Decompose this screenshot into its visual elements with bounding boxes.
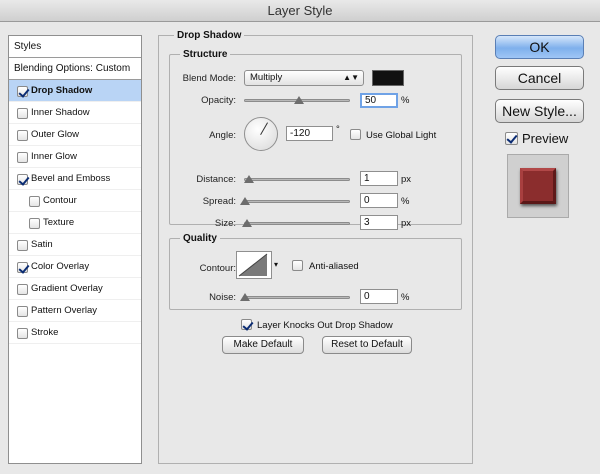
style-item-label: Texture [43,217,75,228]
quality-title: Quality [180,233,220,244]
style-item-checkbox[interactable] [17,174,28,185]
noise-slider-thumb[interactable] [240,293,250,301]
opacity-slider-thumb[interactable] [294,96,304,104]
style-item-checkbox[interactable] [17,306,28,317]
style-item-checkbox[interactable] [17,240,28,251]
noise-slider[interactable] [244,296,350,299]
structure-title: Structure [180,49,231,60]
style-item-label: Color Overlay [31,261,90,272]
style-item-checkbox[interactable] [17,86,28,97]
style-preview-thumbnail [507,154,569,218]
make-default-button[interactable]: Make Default [222,336,304,354]
blend-mode-select[interactable]: Multiply ▲▼ [244,70,364,86]
style-item-stroke[interactable]: Stroke [9,322,141,344]
style-item-checkbox[interactable] [17,130,28,141]
noise-input[interactable]: 0 [360,289,398,304]
style-item-label: Satin [31,239,53,250]
style-item-label: Stroke [31,327,59,338]
reset-to-default-button[interactable]: Reset to Default [322,336,412,354]
style-item-label: Outer Glow [31,129,80,140]
distance-slider-thumb[interactable] [244,175,254,183]
blending-options-item[interactable]: Blending Options: Custom [9,58,141,80]
style-item-color-overlay[interactable]: Color Overlay [9,256,141,278]
anti-aliased-label: Anti-aliased [309,261,359,272]
anti-aliased-checkbox[interactable] [292,260,303,271]
style-item-label: Inner Glow [31,151,77,162]
distance-slider[interactable] [244,178,350,181]
style-item-bevel-and-emboss[interactable]: Bevel and Emboss [9,168,141,190]
contour-label: Contour: [199,263,236,274]
style-item-label: Inner Shadow [31,107,90,118]
updown-arrow-icon: ▲▼ [343,73,359,82]
spread-unit: % [401,196,410,207]
styles-list: Styles Blending Options: Custom Drop Sha… [8,35,142,464]
style-item-outer-glow[interactable]: Outer Glow [9,124,141,146]
angle-unit: ° [336,124,340,135]
opacity-input[interactable]: 50 [360,93,398,108]
angle-dial[interactable] [244,117,278,151]
style-item-label: Drop Shadow [31,85,93,96]
spread-label: Spread: [202,196,236,207]
style-item-inner-glow[interactable]: Inner Glow [9,146,141,168]
noise-label: Noise: [209,292,236,303]
angle-label: Angle: [209,130,236,141]
ok-button[interactable]: OK [495,35,584,59]
shadow-color-swatch[interactable] [372,70,404,86]
distance-unit: px [401,174,412,185]
drop-shadow-panel: Drop Shadow Structure Blend Mode: Multip… [158,30,473,464]
window-title: Layer Style [0,0,600,22]
distance-input[interactable]: 1 [360,171,398,186]
style-item-label: Contour [43,195,77,206]
spread-input[interactable]: 0 [360,193,398,208]
style-item-inner-shadow[interactable]: Inner Shadow [9,102,141,124]
knocks-out-checkbox[interactable] [241,319,252,330]
style-item-checkbox[interactable] [29,196,40,207]
styles-header[interactable]: Styles [9,36,141,58]
new-style-button[interactable]: New Style... [495,99,584,123]
use-global-light-checkbox[interactable] [350,129,361,140]
distance-label: Distance: [196,174,236,185]
opacity-label: Opacity: [201,95,236,106]
cancel-button[interactable]: Cancel [495,66,584,90]
style-item-label: Pattern Overlay [31,305,97,316]
structure-group: Structure Blend Mode: Multiply ▲▼ Opacit… [169,49,462,230]
style-item-checkbox[interactable] [17,108,28,119]
angle-dial-hand [260,122,268,135]
size-unit: px [401,218,412,229]
noise-unit: % [401,292,410,303]
style-item-checkbox[interactable] [17,262,28,273]
knocks-out-label: Layer Knocks Out Drop Shadow [257,320,393,331]
style-item-satin[interactable]: Satin [9,234,141,256]
size-label: Size: [214,218,236,229]
contour-picker[interactable] [236,251,272,279]
angle-input[interactable]: -120 [286,126,333,141]
size-slider-thumb[interactable] [242,219,252,227]
style-item-contour[interactable]: Contour [9,190,141,212]
preview-checkbox[interactable] [505,132,518,145]
style-item-pattern-overlay[interactable]: Pattern Overlay [9,300,141,322]
blend-mode-label: Blend Mode: [182,73,236,84]
spread-slider-thumb[interactable] [240,197,250,205]
quality-group: Quality Contour: ▾ Anti-aliased Noise: 0… [169,233,462,310]
blend-mode-value: Multiply [250,72,283,83]
style-item-label: Gradient Overlay [31,283,103,294]
preview-swatch [520,168,556,204]
opacity-unit: % [401,95,410,106]
contour-curve-icon [238,253,268,277]
use-global-light-label: Use Global Light [366,130,437,141]
style-item-texture[interactable]: Texture [9,212,141,234]
spread-slider[interactable] [244,200,350,203]
style-item-checkbox[interactable] [29,218,40,229]
drop-shadow-title: Drop Shadow [174,30,245,41]
style-item-label: Bevel and Emboss [31,173,111,184]
contour-dropdown-icon[interactable]: ▾ [274,260,278,269]
size-input[interactable]: 3 [360,215,398,230]
preview-label: Preview [522,131,569,146]
style-item-checkbox[interactable] [17,328,28,339]
style-item-checkbox[interactable] [17,284,28,295]
style-item-drop-shadow[interactable]: Drop Shadow [9,80,141,102]
style-item-gradient-overlay[interactable]: Gradient Overlay [9,278,141,300]
style-item-checkbox[interactable] [17,152,28,163]
size-slider[interactable] [244,222,350,225]
